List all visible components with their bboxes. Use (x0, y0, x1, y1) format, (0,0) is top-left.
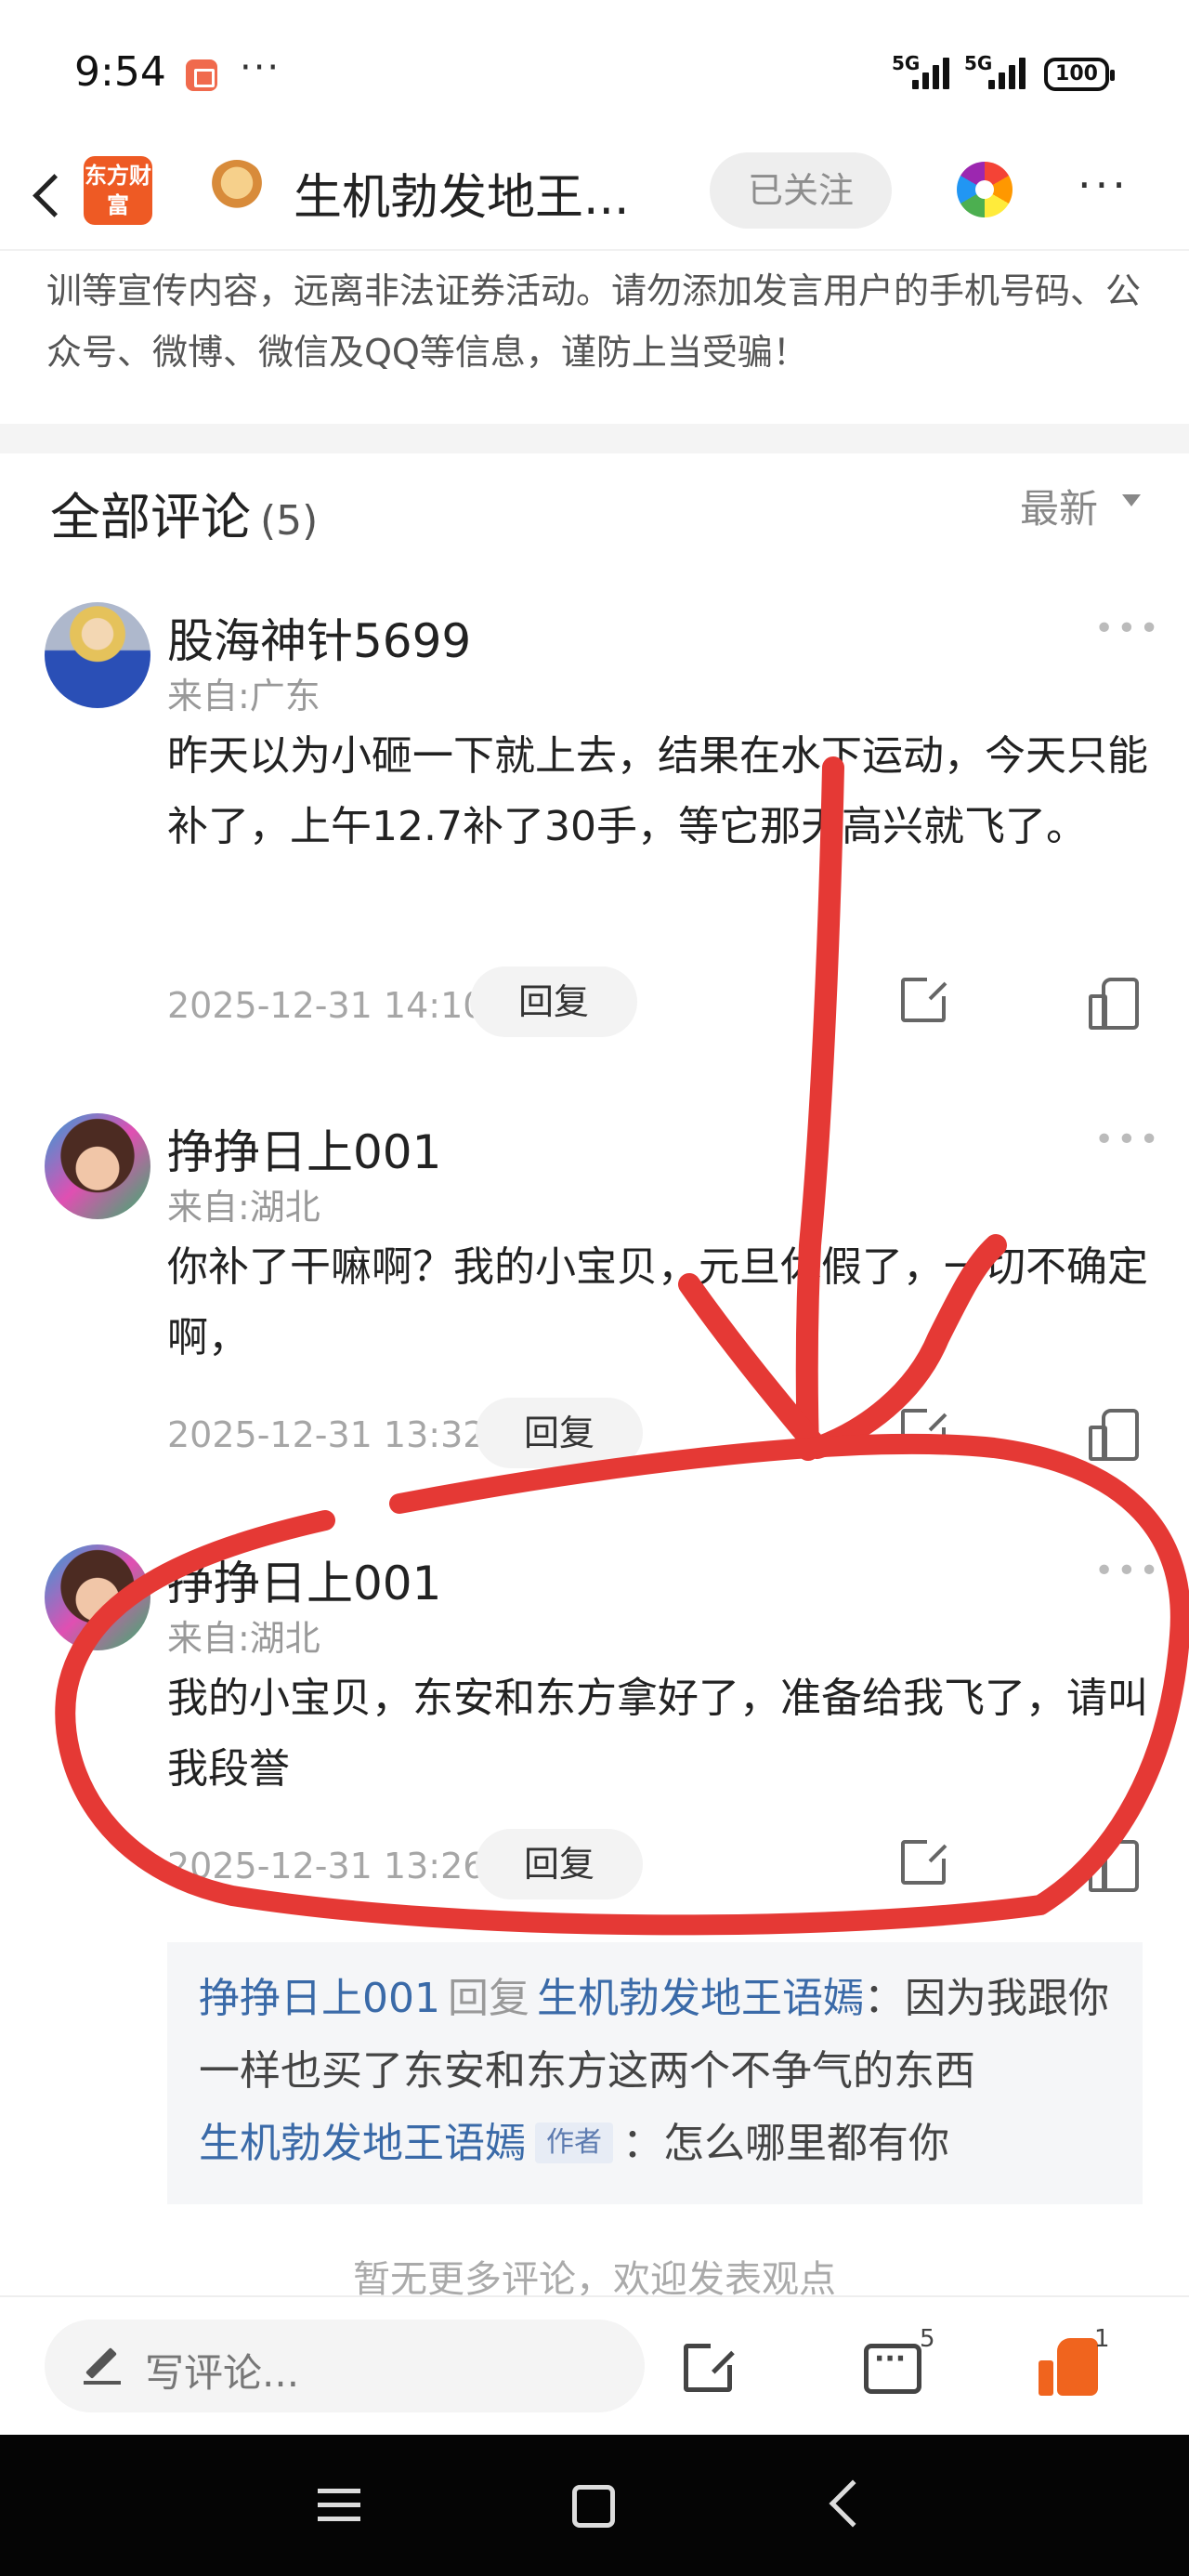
comment-item: 股海神针5699 来自:广东 ••• 昨天以为小砸一下就上去，结果在水下运动，今… (0, 602, 1189, 1048)
back-arrow-icon[interactable] (20, 160, 72, 230)
comment-time: 2025-12-31 13:32 (167, 1414, 486, 1455)
reply-button[interactable]: 回复 (470, 966, 637, 1037)
avatar[interactable] (45, 1113, 150, 1219)
author-avatar[interactable] (208, 160, 266, 217)
like-icon[interactable] (1039, 2338, 1098, 2396)
back-icon[interactable] (829, 2479, 877, 2528)
sort-button[interactable]: 最新 (1020, 478, 1098, 534)
chevron-down-icon[interactable] (1122, 494, 1141, 506)
sub-reply-text: ：怎么哪里都有你 (622, 2120, 949, 2167)
comment-username[interactable]: 挣挣日上001 (167, 1115, 441, 1182)
avatar[interactable] (45, 602, 150, 708)
status-bar: 9:54 ··· 5G 5G 100 (0, 0, 1189, 139)
comment-input[interactable]: 写评论... (45, 2320, 645, 2412)
battery-level: 100 (1055, 62, 1098, 85)
sub-reply[interactable]: 生机勃发地王语嫣 作者 ：怎么哪里都有你 (199, 2108, 1111, 2180)
comment-item: 挣挣日上001 来自:湖北 ••• 你补了干嘛啊？我的小宝贝，元旦休假了，一切不… (0, 1113, 1189, 1485)
like-count-badge: 1 (1094, 2325, 1110, 2353)
system-navigation-bar (0, 2435, 1189, 2576)
risk-warning-text: 训等宣传内容，远离非法证券活动。请勿添加发言用户的手机号码、公众号、微博、微信及… (46, 270, 1142, 373)
comment-more-icon[interactable]: ••• (1094, 1121, 1162, 1159)
comments-title: 全部评论 (5) (50, 476, 318, 549)
notification-app-icon (186, 59, 217, 91)
home-icon[interactable] (572, 2485, 615, 2528)
comment-body: 我的小宝贝，东安和东方拿好了，准备给我飞了，请叫我段誉 (167, 1675, 1148, 1793)
sub-reply-target-user[interactable]: 生机勃发地王语嫣 (537, 1975, 864, 2022)
comment-username[interactable]: 股海神针5699 (167, 604, 471, 671)
comment-time: 2025-12-31 14:10 (167, 985, 486, 1026)
page-title[interactable]: 生机勃发地王... (294, 158, 630, 228)
sub-reply[interactable]: 挣挣日上001 回复 生机勃发地王语嫣：因为我跟你一样也买了东安和东方这两个不争气的… (199, 1963, 1111, 2108)
comment-location: 来自:广东 (167, 676, 320, 716)
network-type-label: 5G (964, 52, 993, 74)
battery-icon: 100 (1044, 58, 1115, 91)
sub-reply-user[interactable]: 挣挣日上001 (199, 1975, 440, 2022)
pen-icon (84, 2347, 121, 2385)
comments-count-badge: 5 (920, 2325, 935, 2353)
comments-count: (5) (260, 497, 319, 545)
comment-more-icon[interactable]: ••• (1094, 610, 1162, 648)
comment-location: 来自:湖北 (167, 1618, 320, 1659)
share-icon[interactable] (901, 1838, 947, 1885)
status-time: 9:54 (74, 48, 166, 96)
bottom-action-bar: 写评论... 5 1 (0, 2295, 1189, 2435)
share-icon[interactable] (684, 2341, 735, 2392)
author-badge: 作者 (535, 2123, 613, 2163)
more-notifications-icon: ··· (240, 46, 281, 89)
reply-thread[interactable]: 挣挣日上001 回复 生机勃发地王语嫣：因为我跟你一样也买了东安和东方这两个不争气的… (167, 1942, 1143, 2204)
color-wheel-icon[interactable] (957, 162, 1013, 217)
comment-location: 来自:湖北 (167, 1187, 320, 1228)
comment-body: 昨天以为小砸一下就上去，结果在水下运动，今天只能补了，上午12.7补了30手，等… (167, 732, 1148, 850)
nav-bar: 东方财富 生机勃发地王... 已关注 ··· (0, 139, 1189, 251)
sub-reply-user[interactable]: 生机勃发地王语嫣 (199, 2120, 526, 2167)
comment-input-placeholder: 写评论... (145, 2350, 300, 2396)
follow-button[interactable]: 已关注 (710, 152, 892, 229)
comment-body: 你补了干嘛啊？我的小宝贝，元旦休假了，一切不确定啊， (167, 1243, 1148, 1361)
comment-more-icon[interactable]: ••• (1094, 1552, 1162, 1590)
comment-username[interactable]: 挣挣日上001 (167, 1546, 441, 1613)
reply-button[interactable]: 回复 (476, 1398, 643, 1468)
sub-reply-word: 回复 (447, 1975, 529, 2022)
signal-icon: 5G (964, 52, 1035, 93)
avatar[interactable] (45, 1544, 150, 1650)
like-icon[interactable] (1089, 1840, 1139, 1892)
brand-logo[interactable]: 东方财富 (84, 156, 152, 225)
like-icon[interactable] (1089, 978, 1139, 1030)
signal-icon: 5G (892, 52, 957, 93)
share-icon[interactable] (901, 1407, 947, 1453)
comments-icon[interactable] (864, 2343, 921, 2394)
comment-item: 挣挣日上001 来自:湖北 ••• 我的小宝贝，东安和东方拿好了，准备给我飞了，… (0, 1544, 1189, 1916)
like-icon[interactable] (1089, 1409, 1139, 1461)
comment-time: 2025-12-31 13:26 (167, 1846, 486, 1886)
more-icon[interactable]: ··· (1078, 164, 1143, 208)
share-icon[interactable] (901, 976, 947, 1022)
section-divider (0, 424, 1189, 453)
network-type-label: 5G (892, 52, 921, 74)
reply-button[interactable]: 回复 (476, 1829, 643, 1899)
comments-title-label: 全部评论 (50, 488, 251, 546)
menu-icon[interactable] (318, 2487, 360, 2524)
